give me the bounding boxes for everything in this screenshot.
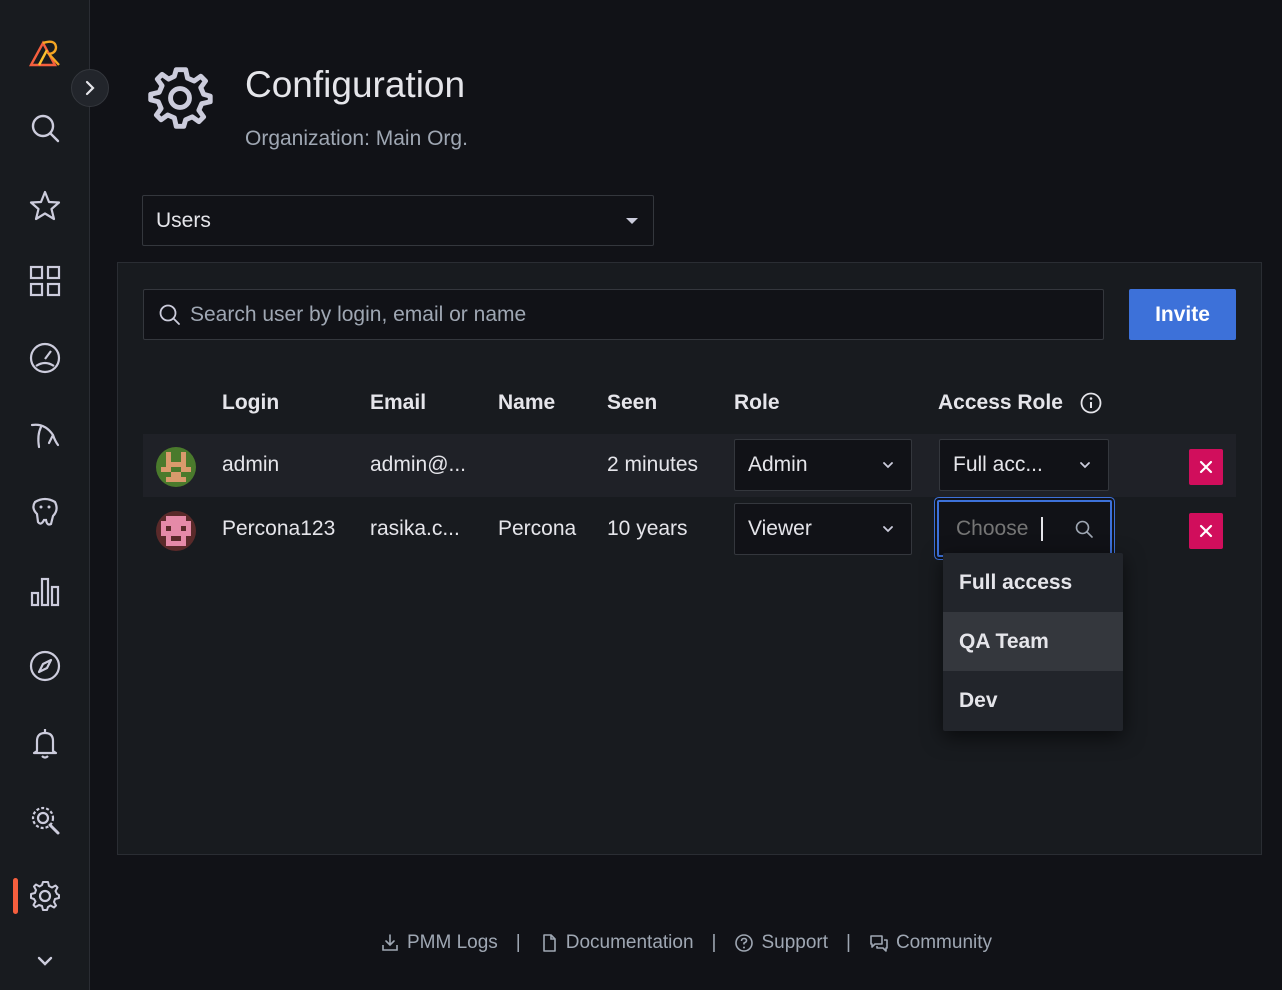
- footer-separator: |: [515, 932, 521, 953]
- column-header-name: Name: [498, 391, 556, 414]
- dropdown-option-dev[interactable]: Dev: [943, 671, 1123, 730]
- user-seen: 10 years: [607, 517, 688, 540]
- footer-link-label: Community: [895, 932, 993, 953]
- footer-link-documentation[interactable]: Documentation: [539, 932, 694, 954]
- bar-chart-icon[interactable]: [22, 568, 68, 614]
- section-select-value: Users: [156, 208, 211, 232]
- column-header-email: Email: [370, 391, 427, 414]
- info-icon[interactable]: [1079, 391, 1103, 415]
- postgresql-icon[interactable]: [22, 489, 68, 535]
- question-circle-icon: [735, 934, 754, 952]
- column-header-seen: Seen: [607, 391, 658, 414]
- access-role-select-value: Full acc...: [953, 453, 1043, 476]
- footer-link-support[interactable]: Support: [734, 932, 828, 954]
- sidebar-expand-button[interactable]: [71, 69, 109, 107]
- qan-icon[interactable]: [22, 797, 68, 843]
- gauge-icon[interactable]: [22, 335, 68, 381]
- invite-button[interactable]: Invite: [1129, 289, 1236, 340]
- search-icon[interactable]: [22, 105, 68, 151]
- search-icon: [1075, 520, 1093, 538]
- role-select[interactable]: Admin: [734, 439, 912, 491]
- delete-user-button[interactable]: [1189, 513, 1223, 549]
- chevron-right-icon: [85, 80, 95, 96]
- column-header-access-role: Access Role: [938, 391, 1063, 414]
- chevron-down-icon: [1080, 462, 1090, 469]
- column-header-role: Role: [734, 391, 780, 414]
- role-select-value: Admin: [748, 453, 808, 476]
- explore-icon[interactable]: [22, 643, 68, 689]
- bell-icon[interactable]: [22, 720, 68, 766]
- search-icon: [159, 304, 180, 325]
- access-role-dropdown: Full access QA Team Dev: [943, 553, 1123, 731]
- role-select-value: Viewer: [748, 517, 812, 540]
- footer-link-label: Support: [761, 932, 828, 953]
- page-title: Configuration: [245, 64, 466, 105]
- comments-icon: [870, 935, 888, 952]
- delete-user-button[interactable]: [1189, 449, 1223, 485]
- user-login: Percona123: [222, 517, 336, 540]
- dropdown-option-full-access[interactable]: Full access: [943, 553, 1123, 612]
- access-role-select[interactable]: Full acc...: [939, 439, 1109, 491]
- document-icon: [542, 934, 556, 952]
- star-icon[interactable]: [22, 183, 68, 229]
- user-seen: 2 minutes: [607, 453, 699, 476]
- user-email: rasika.c...: [370, 517, 460, 540]
- section-select[interactable]: Users: [142, 195, 654, 246]
- user-search-input[interactable]: [190, 302, 1090, 327]
- logo-icon[interactable]: [22, 28, 68, 74]
- footer-separator: |: [711, 932, 717, 953]
- access-role-select[interactable]: [937, 500, 1112, 557]
- footer-link-label: PMM Logs: [406, 932, 498, 953]
- avatar: [156, 447, 196, 487]
- gear-icon[interactable]: [22, 873, 68, 919]
- user-name: Percona: [498, 517, 577, 540]
- footer-link-community[interactable]: Community: [869, 932, 992, 954]
- mysql-icon[interactable]: [22, 412, 68, 458]
- page-subtitle: Organization: Main Org.: [245, 127, 468, 150]
- footer-link-label: Documentation: [565, 932, 694, 953]
- role-select[interactable]: Viewer: [734, 503, 912, 555]
- text-cursor: [1041, 516, 1043, 541]
- chevron-down-icon: [883, 462, 893, 469]
- active-indicator: [13, 878, 18, 914]
- avatar: [156, 511, 196, 551]
- dashboards-icon[interactable]: [22, 258, 68, 304]
- download-icon: [382, 934, 398, 951]
- access-role-search-input[interactable]: [956, 516, 1040, 541]
- user-email: admin@...: [370, 453, 467, 476]
- dropdown-option-qa-team[interactable]: QA Team: [943, 612, 1123, 671]
- column-header-login: Login: [222, 391, 280, 414]
- close-icon: [1199, 460, 1213, 474]
- sidebar: [0, 0, 90, 990]
- close-icon: [1199, 524, 1213, 538]
- user-login: admin: [222, 453, 280, 476]
- footer-separator: |: [846, 932, 851, 953]
- chevron-down-icon: [883, 526, 893, 533]
- page-gear-icon: [148, 67, 213, 129]
- caret-down-icon: [626, 218, 638, 224]
- footer: PMM Logs | Documentation | Support | Com…: [0, 932, 1282, 954]
- footer-link-pmm-logs[interactable]: PMM Logs: [380, 932, 498, 954]
- user-search[interactable]: [143, 289, 1104, 340]
